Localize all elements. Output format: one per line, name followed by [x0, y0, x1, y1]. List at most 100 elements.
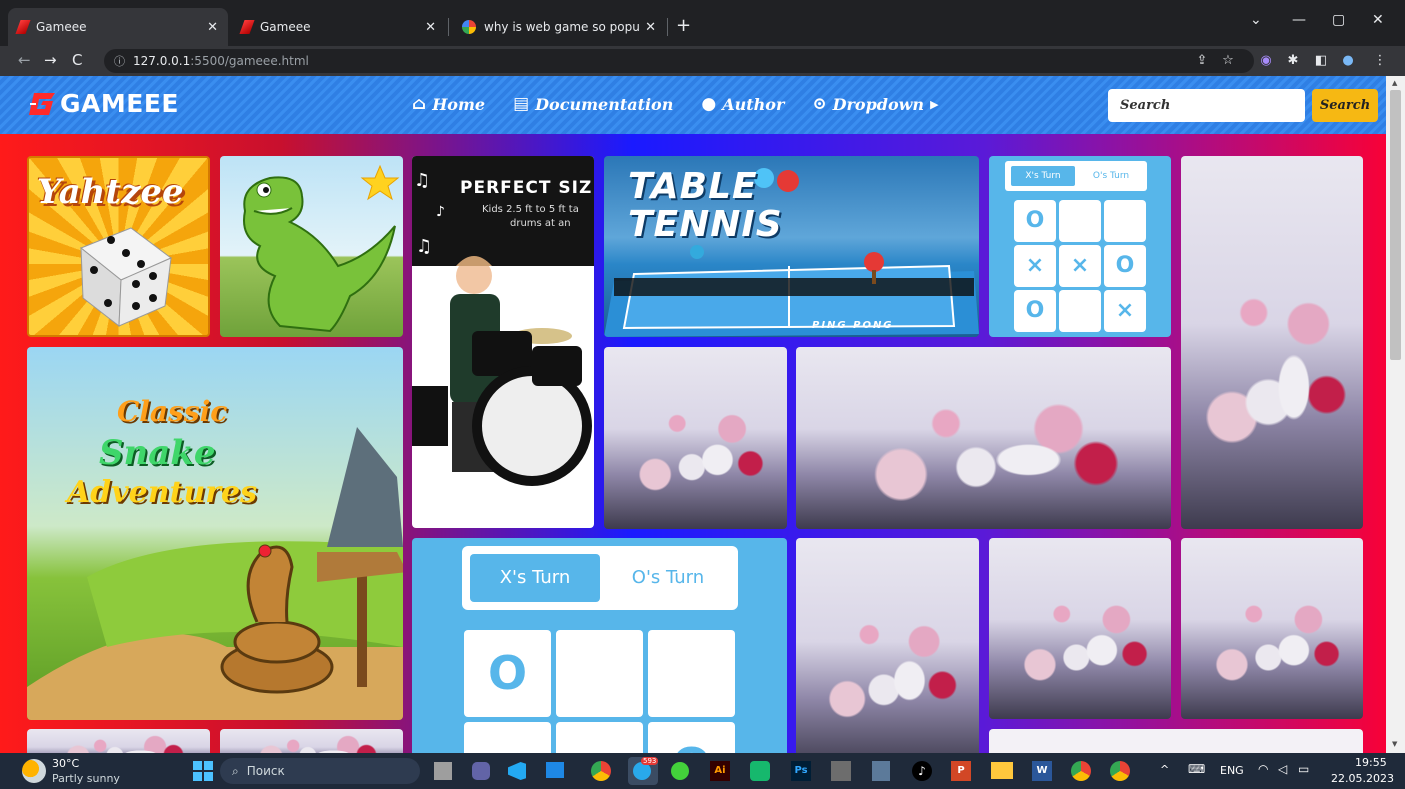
board-cell[interactable]: O [1014, 200, 1056, 242]
berries-image-tile[interactable] [27, 729, 210, 753]
nav-author-label: Author [722, 94, 785, 114]
x-turn-button[interactable]: X's Turn [1011, 166, 1075, 186]
berries-image-tile[interactable] [796, 347, 1171, 529]
nav-documentation[interactable]: ▤ Documentation [513, 94, 673, 114]
clock-date[interactable]: 22.05.2023 [1331, 772, 1394, 785]
page-scrollbar[interactable]: ▲ ▼ [1386, 76, 1405, 753]
berries-image-tile[interactable] [1181, 538, 1363, 719]
word-icon[interactable]: W [1032, 761, 1052, 781]
reload-icon[interactable]: C [72, 51, 82, 69]
board-cell[interactable]: × [1104, 290, 1146, 332]
game-tile-snake-adventures[interactable]: Classic Snake Adventures [27, 347, 403, 720]
board-cell[interactable]: × [464, 722, 551, 753]
notepadpp-icon[interactable] [750, 761, 770, 781]
close-icon[interactable]: ✕ [207, 20, 218, 35]
image-tile[interactable] [989, 729, 1363, 753]
board-cell[interactable]: × [1059, 245, 1101, 287]
tiktok-icon[interactable]: ♪ [912, 761, 932, 781]
bookmark-star-icon[interactable]: ☆ [1220, 53, 1236, 69]
volume-icon[interactable]: ◁ [1278, 762, 1287, 776]
keyboard-icon[interactable]: ⌨ [1188, 762, 1205, 776]
berries-image-tile[interactable] [989, 538, 1171, 719]
chrome-icon[interactable] [1071, 761, 1091, 781]
forward-icon[interactable]: → [44, 51, 57, 69]
minimize-icon[interactable]: — [1292, 12, 1306, 28]
telegram-app[interactable]: 593 [628, 757, 659, 785]
restore-icon[interactable]: ▢ [1332, 12, 1345, 28]
side-panel-icon[interactable]: ◧ [1313, 53, 1329, 69]
board-cell[interactable]: O [1014, 290, 1056, 332]
desktop-icon[interactable] [546, 762, 564, 778]
scrollbar-thumb[interactable] [1390, 90, 1401, 360]
berries-image-tile[interactable] [796, 538, 979, 753]
product-tile-kids-drums[interactable]: PERFECT SIZ Kids 2.5 ft to 5 ft ta drums… [412, 156, 594, 528]
nav-author[interactable]: ● Author [701, 94, 784, 114]
info-icon[interactable]: ⓘ [114, 53, 125, 69]
taskbar-search[interactable]: ⌕ Поиск [220, 758, 420, 784]
tray-chevron-icon[interactable]: ^ [1160, 763, 1169, 776]
berries-image-tile[interactable] [1181, 156, 1363, 529]
nav-dropdown[interactable]: ⊙ Dropdown ▶ [812, 94, 938, 114]
audio-extension-icon[interactable]: ◉ [1258, 53, 1274, 69]
chrome-profile-icon[interactable] [1110, 761, 1130, 781]
language-indicator[interactable]: ENG [1220, 764, 1244, 777]
chrome-icon[interactable] [591, 761, 611, 781]
browser-tab[interactable]: why is web game so popular now ✕ [452, 8, 666, 46]
weather-icon[interactable] [22, 759, 46, 783]
board-cell[interactable]: O [464, 630, 551, 717]
scroll-up-icon[interactable]: ▲ [1392, 79, 1397, 87]
wifi-icon[interactable]: ◠ [1258, 762, 1268, 776]
berries-image-tile[interactable] [220, 729, 403, 753]
game-tile-tictactoe-small[interactable]: X's Turn O's Turn O × × O O × [989, 156, 1171, 337]
site-logo[interactable]: GAMEEE [28, 89, 179, 118]
search-button[interactable]: Search [1312, 89, 1378, 122]
close-icon[interactable]: ✕ [645, 20, 656, 35]
file-manager-icon[interactable] [872, 761, 890, 781]
board-cell[interactable] [1104, 200, 1146, 242]
o-turn-button[interactable]: O's Turn [1081, 166, 1141, 186]
browser-tab[interactable]: Gameee ✕ [8, 8, 228, 46]
windows-start-icon[interactable] [193, 761, 213, 781]
profile-avatar-icon[interactable]: ● [1340, 53, 1356, 69]
extensions-icon[interactable]: ✱ [1285, 53, 1301, 69]
scroll-down-icon[interactable]: ▼ [1392, 740, 1397, 748]
task-view-icon[interactable] [434, 762, 452, 780]
game-app-icon[interactable] [671, 762, 689, 780]
game-tile-dino[interactable] [220, 156, 403, 337]
close-icon[interactable]: ✕ [425, 20, 436, 35]
address-bar[interactable]: ⓘ 127.0.0.1:5500/gameee.html [104, 49, 1254, 73]
battery-icon[interactable]: ▭ [1298, 762, 1309, 776]
movie-maker-icon[interactable] [831, 761, 851, 781]
teams-icon[interactable] [472, 762, 490, 780]
board-cell[interactable] [648, 630, 735, 717]
folder-icon[interactable] [991, 762, 1013, 779]
close-window-icon[interactable]: ✕ [1372, 12, 1384, 28]
user-icon: ● [701, 94, 717, 114]
x-turn-button[interactable]: X's Turn [470, 554, 600, 602]
berries-image-tile[interactable] [604, 347, 787, 529]
board-cell[interactable] [1059, 290, 1101, 332]
clock-time[interactable]: 19:55 [1355, 756, 1387, 769]
search-input[interactable] [1108, 89, 1305, 122]
board-cell[interactable]: × [556, 722, 643, 753]
browser-tab[interactable]: Gameee ✕ [232, 8, 446, 46]
board-cell[interactable]: O [648, 722, 735, 753]
board-cell[interactable] [1059, 200, 1101, 242]
board-cell[interactable]: × [1014, 245, 1056, 287]
back-icon[interactable]: ← [18, 51, 31, 69]
game-tile-table-tennis[interactable]: TABLE TENNIS PING PONG [604, 156, 979, 337]
nav-home[interactable]: ⌂ Home [412, 94, 485, 114]
vscode-icon[interactable] [508, 762, 526, 780]
illustrator-icon[interactable]: Ai [710, 761, 730, 781]
game-tile-yahtzee[interactable]: Yahtzee [27, 156, 210, 337]
o-turn-button[interactable]: O's Turn [604, 554, 732, 602]
powerpoint-icon[interactable]: P [951, 761, 971, 781]
photoshop-icon[interactable]: Ps [791, 761, 811, 781]
tab-search-icon[interactable]: ⌄ [1250, 12, 1262, 28]
board-cell[interactable] [556, 630, 643, 717]
game-tile-tictactoe-large[interactable]: X's Turn O's Turn O××O [412, 538, 787, 753]
menu-kebab-icon[interactable]: ⋮ [1372, 53, 1388, 69]
board-cell[interactable]: O [1104, 245, 1146, 287]
new-tab-icon[interactable]: + [676, 15, 691, 36]
share-icon[interactable]: ⇪ [1194, 53, 1210, 69]
